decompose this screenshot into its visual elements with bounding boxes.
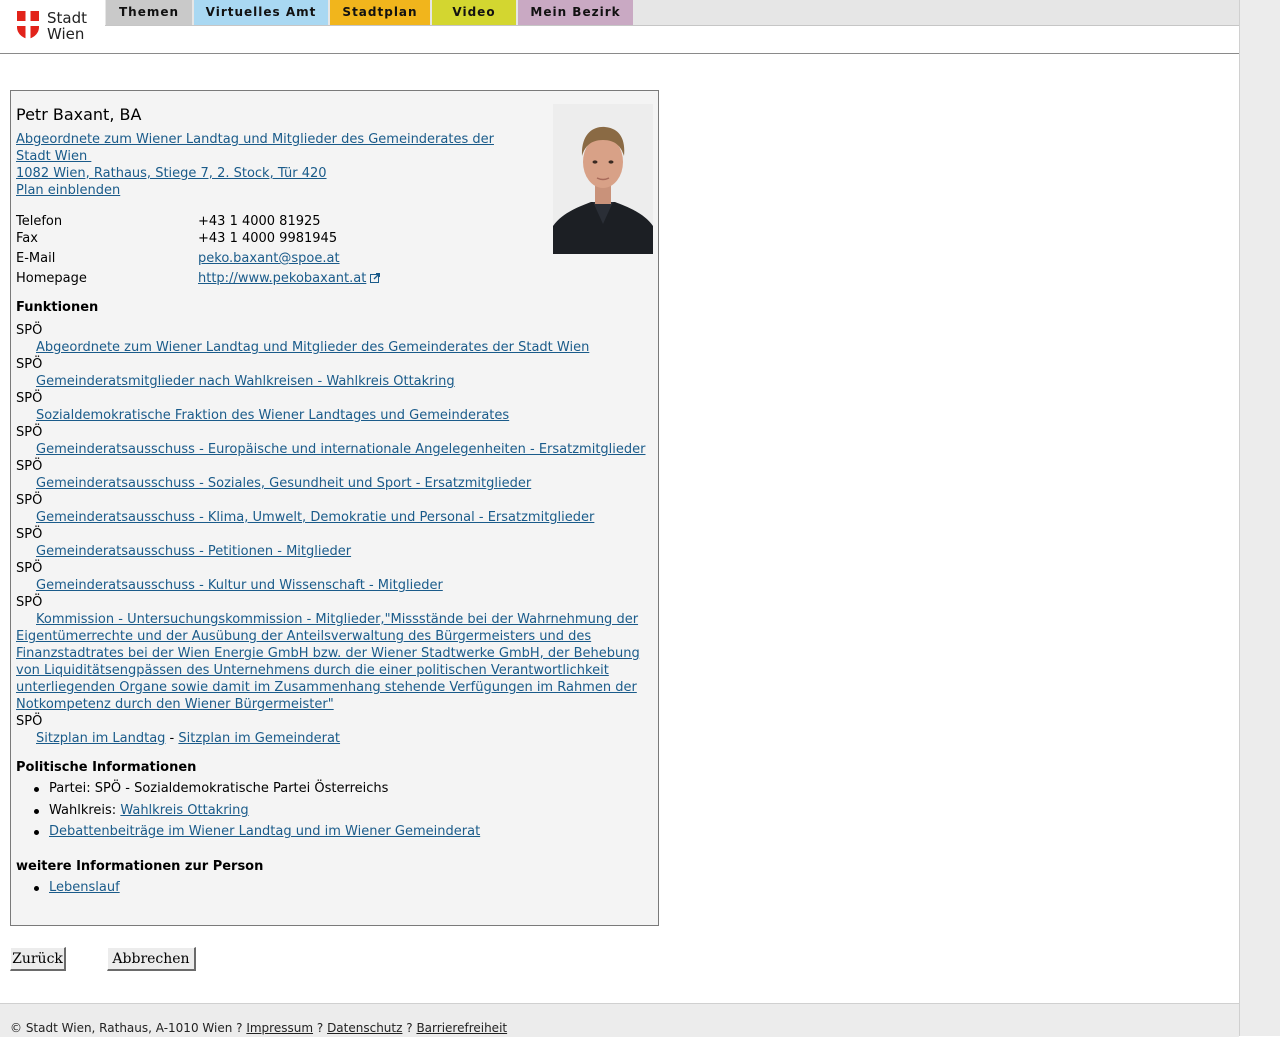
- telefon-value: +43 1 4000 81925: [198, 214, 321, 229]
- address-link[interactable]: 1082 Wien, Rathaus, Stiege 7, 2. Stock, …: [16, 166, 327, 181]
- lebenslauf-link[interactable]: Lebenslauf: [49, 880, 120, 895]
- footer-separator: ?: [236, 1021, 243, 1035]
- bullet-icon: [34, 830, 39, 835]
- function-link[interactable]: Sozialdemokratische Fraktion des Wiener …: [36, 408, 509, 423]
- email-label: E-Mail: [16, 251, 56, 266]
- bullet-icon: [34, 809, 39, 814]
- function-party: SPÖ: [16, 595, 43, 610]
- footer-copyright: © Stadt Wien, Rathaus, A-1010 Wien: [10, 1021, 237, 1035]
- function-party: SPÖ: [16, 323, 43, 338]
- function-link[interactable]: Gemeinderatsmitglieder nach Wahlkreisen …: [36, 374, 455, 389]
- function-party: SPÖ: [16, 561, 43, 576]
- function-party: SPÖ: [16, 357, 43, 372]
- homepage-link[interactable]: http://www.pekobaxant.at: [198, 271, 366, 286]
- email-link[interactable]: peko.baxant@spoe.at: [198, 251, 340, 266]
- function-link[interactable]: Gemeinderatsausschuss - Petitionen - Mit…: [36, 544, 351, 559]
- footer-separator: ?: [316, 1021, 324, 1035]
- debattenbeitraege-link[interactable]: Debattenbeiträge im Wiener Landtag und i…: [49, 824, 480, 839]
- portrait-image: [553, 104, 653, 254]
- wahlkreis-label: Wahlkreis:: [49, 803, 121, 818]
- function-link[interactable]: Gemeinderatsausschuss - Soziales, Gesund…: [36, 476, 531, 491]
- tab-mein-bezirk[interactable]: Mein Bezirk: [518, 0, 633, 25]
- logo-wordmark: Stadt Wien: [47, 10, 87, 42]
- tab-video[interactable]: Video: [432, 0, 516, 25]
- function-party: SPÖ: [16, 714, 43, 729]
- function-party: SPÖ: [16, 493, 43, 508]
- tab-virtuelles-amt[interactable]: Virtuelles Amt: [194, 0, 328, 25]
- plan-einblenden-link[interactable]: Plan einblenden: [16, 183, 120, 198]
- bullet-icon: [34, 886, 39, 891]
- commission-link[interactable]: Notkompetenz durch den Wiener Bürgermeis…: [16, 697, 334, 712]
- fax-value: +43 1 4000 9981945: [198, 231, 338, 246]
- function-link[interactable]: Abgeordnete zum Wiener Landtag und Mitgl…: [36, 340, 589, 355]
- funktionen-heading: Funktionen: [16, 300, 99, 315]
- tab-themen[interactable]: Themen: [106, 0, 192, 25]
- function-link[interactable]: Gemeinderatsausschuss - Kultur und Wisse…: [36, 578, 443, 593]
- role-link-line2[interactable]: Stadt Wien: [16, 149, 91, 164]
- logo-line-wien: Wien: [47, 25, 85, 43]
- site-footer: © Stadt Wien, Rathaus, A-1010 Wien ? Imp…: [0, 1003, 1239, 1037]
- telefon-label: Telefon: [16, 214, 63, 229]
- sitzplan-row: Sitzplan im Landtag - Sitzplan im Gemein…: [36, 731, 340, 746]
- footer-separator: ?: [406, 1021, 413, 1035]
- politische-informationen-heading: Politische Informationen: [16, 760, 197, 775]
- wahlkreis-link[interactable]: Wahlkreis Ottakring: [120, 803, 248, 818]
- function-party: SPÖ: [16, 527, 43, 542]
- role-link-line1[interactable]: Abgeordnete zum Wiener Landtag und Mitgl…: [16, 132, 494, 147]
- function-party: SPÖ: [16, 425, 43, 440]
- wahlkreis-row: Wahlkreis: Wahlkreis Ottakring: [49, 803, 249, 818]
- cancel-button[interactable]: Abbrechen: [107, 947, 196, 971]
- homepage-label: Homepage: [16, 271, 87, 286]
- barrierefreiheit-link[interactable]: Barrierefreiheit: [416, 1021, 507, 1035]
- commission-link[interactable]: unterliegenden Organe sowie damit im Zus…: [16, 680, 637, 695]
- datenschutz-link[interactable]: Datenschutz: [327, 1021, 402, 1035]
- fax-label: Fax: [16, 231, 38, 246]
- function-party: SPÖ: [16, 459, 43, 474]
- sitzplan-gemeinderat-link[interactable]: Sitzplan im Gemeinderat: [178, 731, 340, 746]
- function-link[interactable]: Gemeinderatsausschuss - Klima, Umwelt, D…: [36, 510, 594, 525]
- commission-link[interactable]: Finanzstadtrates bei der Wien Energie Gm…: [16, 646, 640, 661]
- sitzplan-landtag-link[interactable]: Sitzplan im Landtag: [36, 731, 165, 746]
- commission-link[interactable]: von Liquiditätsengpässen des Unternehmen…: [16, 663, 609, 678]
- function-link[interactable]: Gemeinderatsausschuss - Europäische und …: [36, 442, 646, 457]
- person-photo: [553, 104, 653, 254]
- weitere-informationen-heading: weitere Informationen zur Person: [16, 859, 264, 874]
- impressum-link[interactable]: Impressum: [246, 1021, 313, 1035]
- stadt-wien-logo[interactable]: Stadt Wien: [16, 10, 96, 44]
- function-party: SPÖ: [16, 391, 43, 406]
- sitzplan-separator: -: [165, 731, 179, 746]
- external-link-icon: [370, 273, 381, 283]
- wien-shield-icon: [17, 11, 39, 39]
- site-header: Stadt Wien Themen Virtuelles Amt Stadtpl…: [0, 0, 1239, 54]
- logo-line-stadt: Stadt: [47, 9, 87, 27]
- person-name: Petr Baxant, BA: [16, 105, 142, 124]
- back-button[interactable]: Zurück: [10, 947, 66, 971]
- commission-link[interactable]: Eigentümerrechte und der Ausübung der An…: [16, 629, 591, 644]
- window-right-margin: [1239, 0, 1280, 1036]
- footer-text: © Stadt Wien, Rathaus, A-1010 Wien ? Imp…: [10, 1021, 507, 1035]
- commission-link[interactable]: Kommission - Untersuchungskommission - M…: [36, 612, 638, 627]
- tab-stadtplan[interactable]: Stadtplan: [330, 0, 430, 25]
- bullet-icon: [34, 787, 39, 792]
- partei-text: Partei: SPÖ - Sozialdemokratische Partei…: [49, 781, 389, 796]
- homepage-row: http://www.pekobaxant.at: [198, 271, 381, 286]
